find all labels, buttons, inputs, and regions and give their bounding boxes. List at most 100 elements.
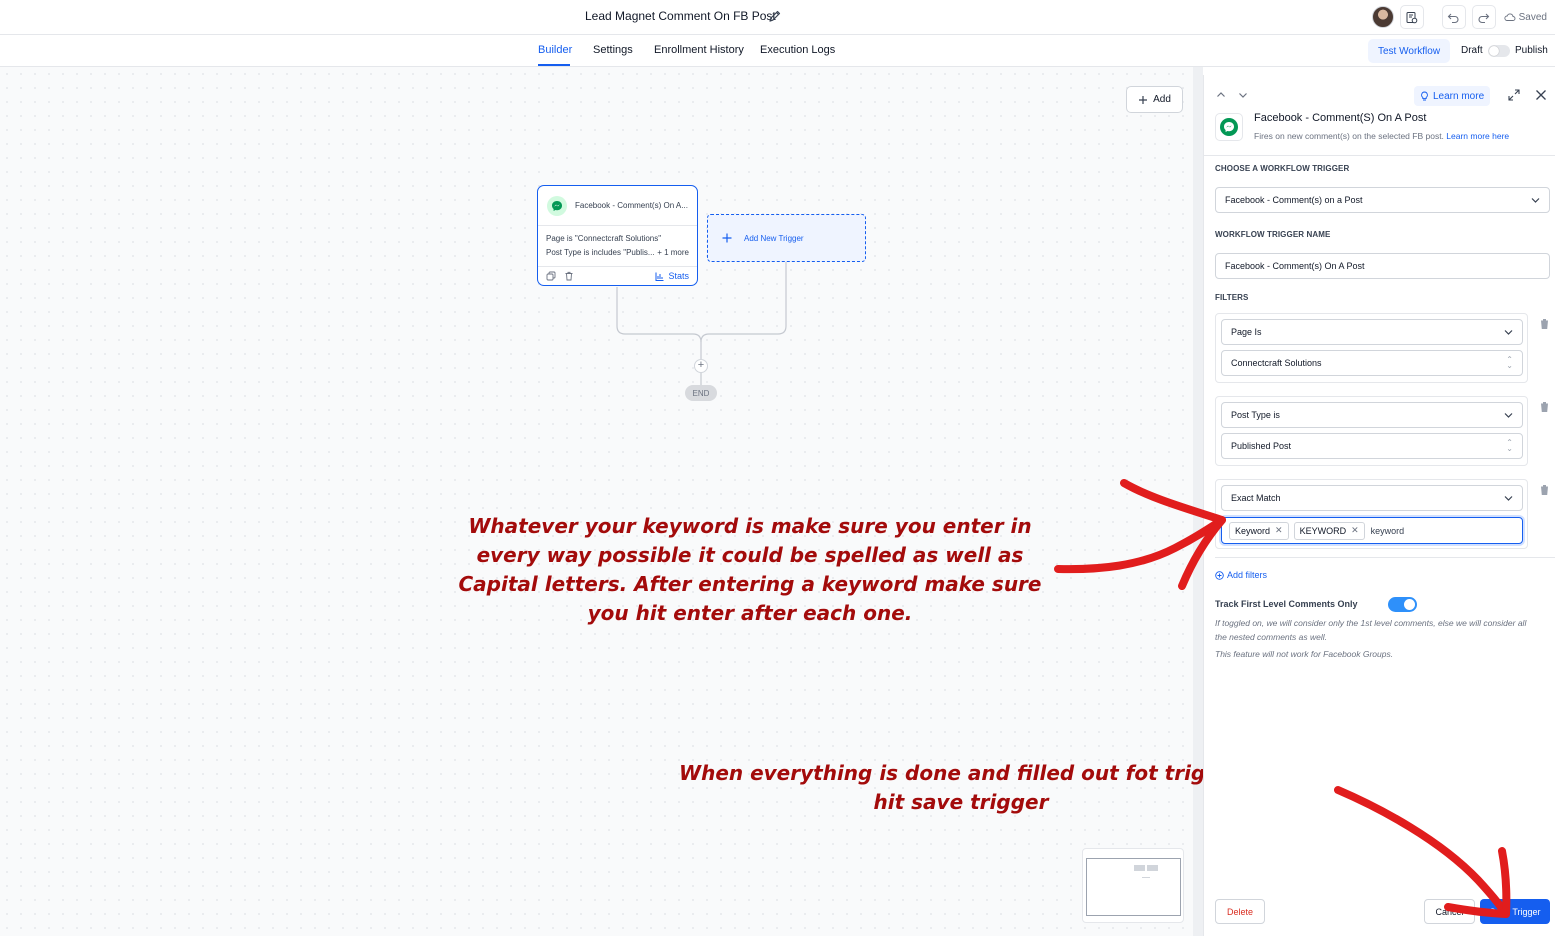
- top-bar: Lead Magnet Comment On FB Post Saved: [0, 0, 1555, 35]
- tab-execution-logs[interactable]: Execution Logs: [760, 44, 835, 56]
- saved-status: Saved: [1504, 12, 1547, 23]
- tab-enrollment-history[interactable]: Enrollment History: [654, 44, 744, 56]
- minimap-viewport[interactable]: [1086, 858, 1181, 916]
- plus-circle-icon: [1215, 570, 1224, 580]
- filter-value: Connectcraft Solutions: [1231, 358, 1322, 368]
- chevron-down-icon: [1504, 413, 1513, 418]
- panel-description-text: Fires on new comment(s) on the selected …: [1254, 131, 1444, 141]
- tab-bar: Builder Settings Enrollment History Exec…: [0, 35, 1555, 67]
- trigger-name-label: WORKFLOW TRIGGER NAME: [1215, 230, 1331, 239]
- track-first-level-toggle[interactable]: [1388, 597, 1417, 612]
- chevron-down-icon: [1504, 496, 1513, 501]
- workflow-title[interactable]: Lead Magnet Comment On FB Post: [585, 9, 776, 23]
- filter-value: Published Post: [1231, 441, 1292, 451]
- trigger-name-input[interactable]: Facebook - Comment(s) On A Post: [1215, 253, 1550, 279]
- trigger-type-value: Facebook - Comment(s) on a Post: [1225, 195, 1363, 205]
- keyword-tag-label: Keyword: [1235, 525, 1271, 536]
- trash-icon[interactable]: [1539, 401, 1550, 413]
- minimap[interactable]: [1082, 848, 1184, 923]
- learn-more-here-link[interactable]: Learn more here: [1446, 131, 1509, 141]
- add-button[interactable]: Add: [1126, 86, 1183, 113]
- filter-value-select[interactable]: Connectcraft Solutions ⌃ ⌄: [1221, 350, 1523, 376]
- sort-arrows-icon: ⌃ ⌄: [1506, 355, 1513, 370]
- filters-divider: [1215, 557, 1555, 558]
- user-avatar[interactable]: [1371, 6, 1394, 28]
- undo-icon: [1447, 13, 1459, 23]
- pencil-icon[interactable]: [768, 9, 782, 23]
- filter-field-value: Post Type is: [1231, 410, 1280, 420]
- test-workflow-button[interactable]: Test Workflow: [1368, 39, 1451, 63]
- end-node: END: [685, 385, 717, 401]
- trash-icon[interactable]: [1539, 484, 1550, 496]
- sort-arrows-icon: ⌃ ⌄: [1506, 438, 1513, 453]
- trigger-node-more[interactable]: + 1 more: [657, 248, 689, 257]
- add-new-trigger-label: Add New Trigger: [744, 233, 804, 243]
- trash-icon[interactable]: [1539, 318, 1550, 330]
- panel-description: Fires on new comment(s) on the selected …: [1254, 131, 1509, 141]
- keyword-annotation: Whatever your keyword is make sure you e…: [458, 514, 1042, 625]
- chevron-up-icon[interactable]: [1216, 90, 1226, 100]
- bar-chart-icon: [655, 272, 664, 281]
- add-new-trigger-node[interactable]: Add New Trigger: [707, 214, 866, 262]
- keyword-tag-label: KEYWORD: [1299, 525, 1347, 536]
- undo-button[interactable]: [1441, 5, 1466, 29]
- publish-toggle[interactable]: [1488, 45, 1510, 57]
- add-filters-label: Add filters: [1227, 570, 1268, 580]
- redo-icon: [1478, 13, 1490, 23]
- expand-icon[interactable]: [1508, 89, 1520, 101]
- redo-button[interactable]: [1471, 5, 1496, 29]
- filter-field-select[interactable]: Exact Match: [1221, 485, 1523, 511]
- close-icon[interactable]: [1535, 89, 1547, 101]
- stats-button[interactable]: Stats: [655, 271, 689, 281]
- tab-settings[interactable]: Settings: [593, 44, 633, 56]
- trigger-node-footer: Stats: [538, 266, 697, 285]
- trigger-node-title: Facebook - Comment(s) On A...: [575, 201, 688, 210]
- panel-header-divider: [1204, 155, 1555, 156]
- chevron-down-icon: [1504, 330, 1513, 335]
- trigger-settings-panel: Learn more Facebook - Comment(S) On A Po…: [1203, 75, 1555, 936]
- saved-label: Saved: [1518, 11, 1547, 23]
- filters-label: FILTERS: [1215, 293, 1249, 302]
- add-button-label: Add: [1153, 94, 1171, 105]
- panel-title: Facebook - Comment(S) On A Post: [1254, 112, 1427, 124]
- versions-button[interactable]: [1399, 5, 1424, 29]
- tab-builder[interactable]: Builder: [538, 44, 572, 56]
- top-actions: Saved: [1371, 5, 1547, 29]
- save-trigger-button[interactable]: Save Trigger: [1480, 899, 1550, 924]
- cancel-button[interactable]: Cancel: [1424, 899, 1475, 924]
- add-filters-button[interactable]: Add filters: [1215, 570, 1267, 580]
- filter-field-value: Exact Match: [1231, 493, 1281, 503]
- save-annotation: When everything is done and filled out f…: [679, 761, 1243, 814]
- trigger-node-header: Facebook - Comment(s) On A...: [538, 186, 697, 226]
- messenger-icon: [1215, 113, 1243, 141]
- messenger-icon: [547, 195, 567, 216]
- keyword-tags-input[interactable]: Keyword ✕ KEYWORD ✕ keyword: [1221, 517, 1523, 544]
- trigger-node-filter-2: Post Type is includes "Publis...: [546, 248, 655, 257]
- track-help-text: If toggled on, we will consider only the…: [1215, 618, 1527, 642]
- learn-more-label: Learn more: [1433, 90, 1485, 102]
- cloud-check-icon: [1504, 13, 1516, 21]
- filter-field-select[interactable]: Post Type is: [1221, 402, 1523, 428]
- remove-tag-icon[interactable]: ✕: [1275, 525, 1283, 536]
- chevron-down-icon[interactable]: [1238, 90, 1248, 100]
- delete-button[interactable]: Delete: [1215, 899, 1265, 924]
- trash-icon[interactable]: [564, 271, 574, 281]
- copy-icon[interactable]: [546, 271, 556, 281]
- add-step-button[interactable]: +: [694, 359, 708, 373]
- active-tab-indicator: [538, 64, 570, 66]
- track-first-level-label: Track First Level Comments Only: [1215, 599, 1358, 609]
- publish-label: Publish: [1515, 45, 1548, 56]
- chevron-down-icon: [1531, 198, 1540, 203]
- lightbulb-icon: [1421, 91, 1428, 101]
- plus-icon: [1139, 95, 1148, 104]
- trigger-node-card[interactable]: Facebook - Comment(s) On A... Page is "C…: [537, 185, 698, 286]
- keyword-tag: KEYWORD ✕: [1293, 521, 1365, 540]
- trigger-type-select[interactable]: Facebook - Comment(s) on a Post: [1215, 187, 1550, 213]
- filter-field-value: Page Is: [1231, 327, 1262, 337]
- choose-trigger-label: CHOOSE A WORKFLOW TRIGGER: [1215, 164, 1350, 173]
- remove-tag-icon[interactable]: ✕: [1351, 525, 1359, 536]
- filter-field-select[interactable]: Page Is: [1221, 319, 1523, 345]
- keyword-typed-text: keyword: [1370, 525, 1405, 536]
- learn-more-button[interactable]: Learn more: [1414, 86, 1491, 106]
- filter-value-select[interactable]: Published Post ⌃ ⌄: [1221, 433, 1523, 459]
